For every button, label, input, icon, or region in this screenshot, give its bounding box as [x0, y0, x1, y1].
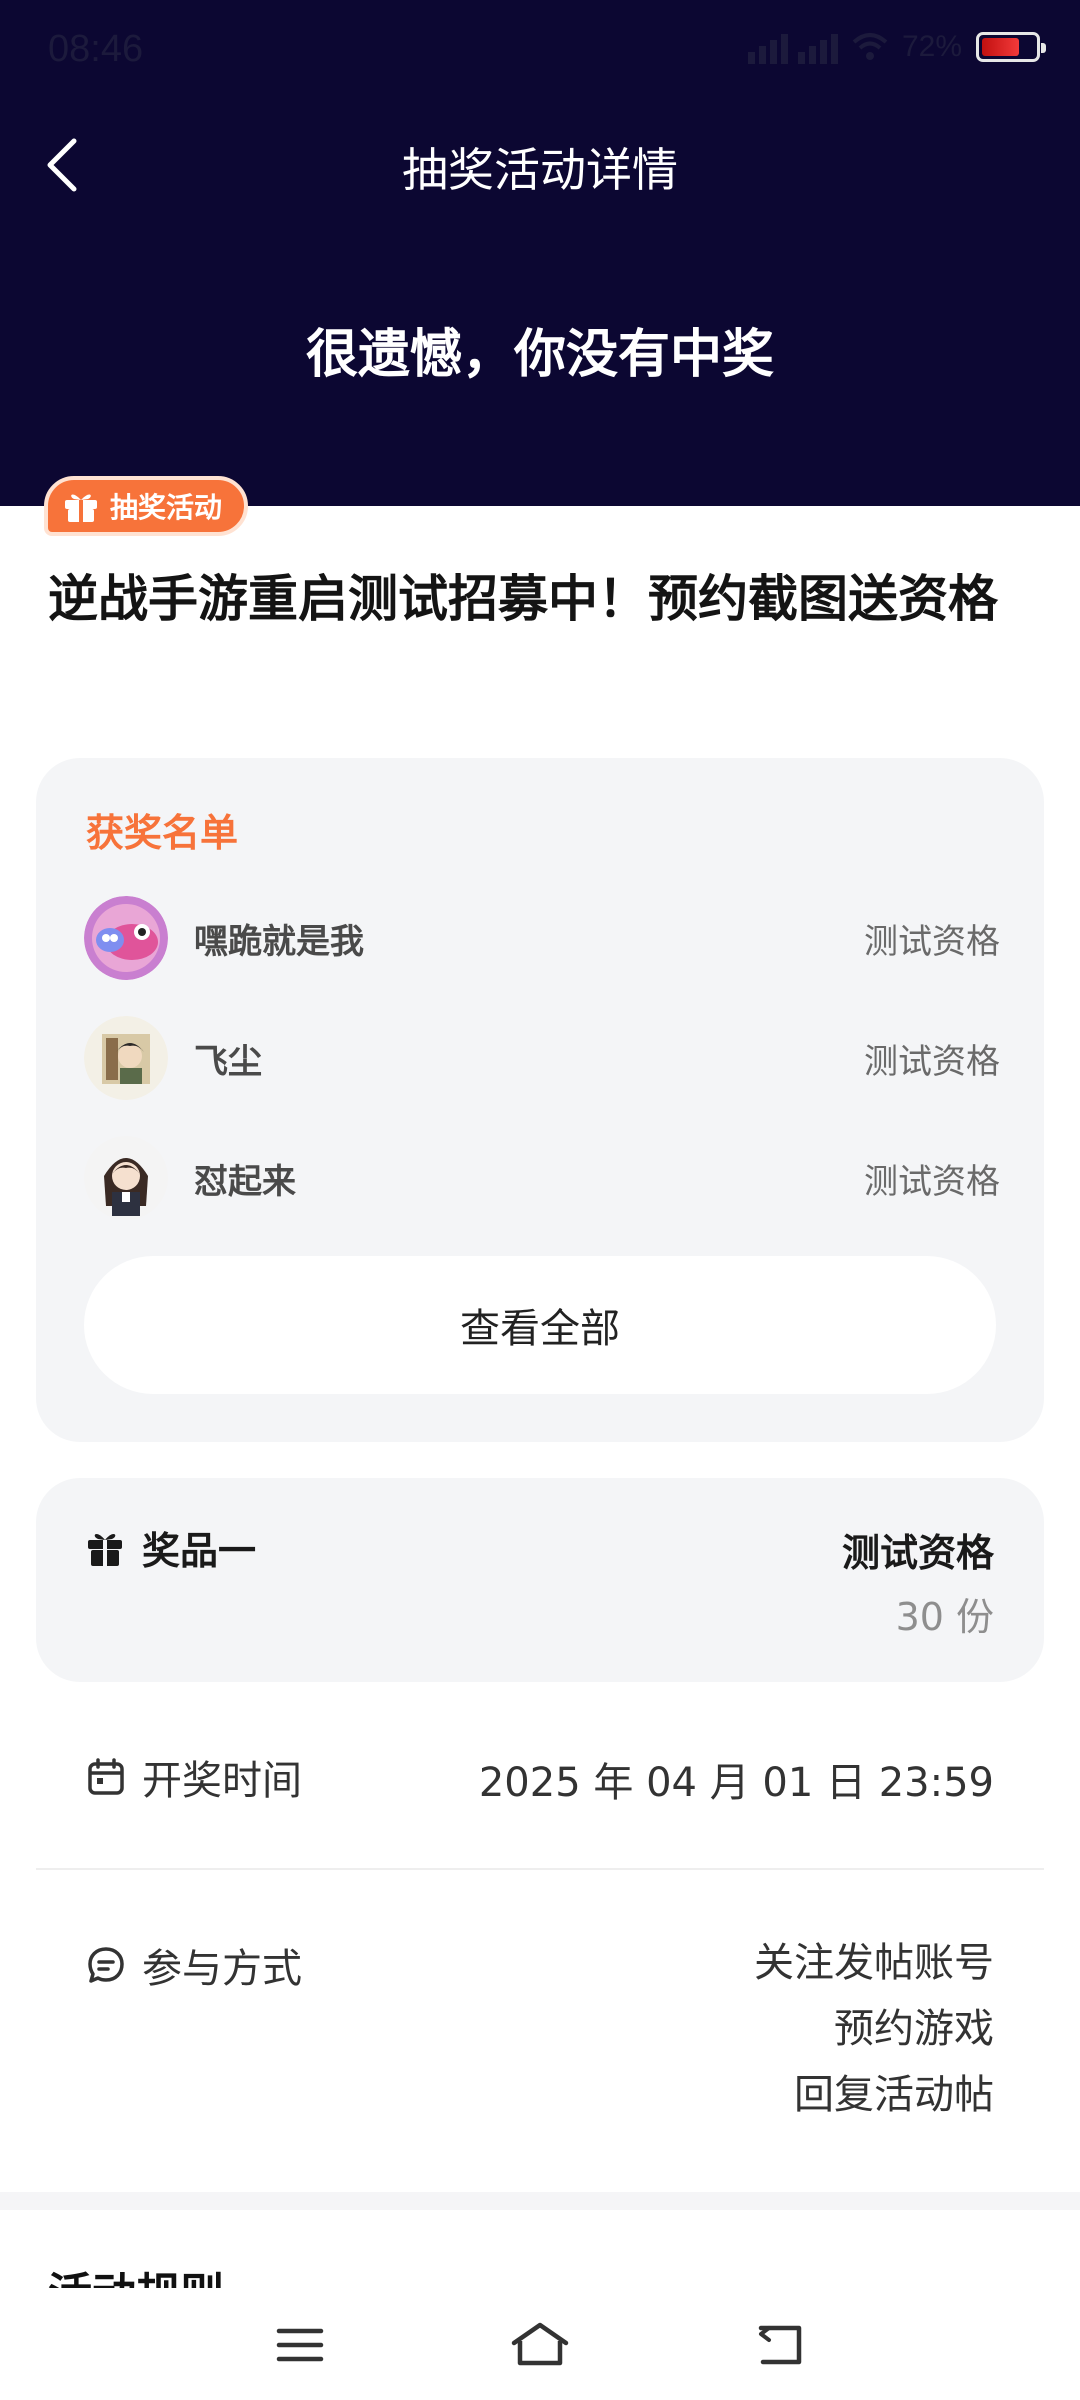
prize-name: 测试资格 — [841, 1531, 994, 1575]
participation-method: 预约游戏 — [834, 2006, 994, 2052]
avatar — [84, 1136, 168, 1220]
lottery-result-text: 很遗憾，你没有中奖 — [305, 325, 774, 385]
winner-prize: 测试资格 — [864, 1161, 1000, 1202]
winner-row[interactable]: 怼起来 测试资格 — [84, 1136, 1000, 1220]
winner-row[interactable]: 嘿跪就是我 测试资格 — [84, 896, 1000, 980]
participation-method: 关注发帖账号 — [754, 1940, 994, 1986]
draw-time-label-group: 开奖时间 — [86, 1748, 302, 1806]
avatar — [84, 896, 168, 980]
header-banner: 08:46 72% 抽奖活动详情 很遗憾，你没有中奖 — [0, 0, 1080, 506]
gift-icon — [88, 1533, 122, 1566]
wifi-icon — [852, 33, 888, 60]
chat-icon — [88, 1947, 124, 1983]
draw-time-label: 开奖时间 — [142, 1758, 302, 1804]
winner-name: 飞尘 — [194, 1041, 262, 1082]
winners-card: 获奖名单 嘿跪就是我 测试资格 飞尘 测试资格 怼起来 测试资格 查看全部 — [36, 758, 1044, 1442]
gift-icon — [65, 494, 97, 522]
participation-methods: 关注发帖账号 预约游戏 回复活动帖 — [754, 1930, 994, 2128]
battery-icon — [976, 32, 1046, 62]
calendar-icon — [88, 1758, 124, 1795]
battery-percent: 72% — [901, 30, 962, 63]
prize-label-group: 奖品一 — [86, 1520, 256, 1575]
page-title: 抽奖活动详情 — [402, 143, 678, 197]
status-bar: 08:46 72% — [0, 0, 1080, 100]
winner-prize: 测试资格 — [864, 1041, 1000, 1082]
draw-time-value: 2025 年 04 月 01 日 23:59 — [478, 1760, 994, 1806]
status-time: 08:46 — [48, 28, 144, 70]
back-nav-button[interactable] — [740, 2310, 820, 2380]
avatar — [84, 1016, 168, 1100]
home-icon — [511, 2322, 569, 2366]
participation-label: 参与方式 — [142, 1946, 302, 1992]
signal-icon — [747, 30, 838, 64]
badge-label: 抽奖活动 — [110, 491, 223, 524]
participation-label-group: 参与方式 — [86, 1936, 302, 1994]
section-separator — [0, 2192, 1080, 2210]
return-icon — [758, 2325, 802, 2365]
system-nav-bar — [0, 2288, 1080, 2400]
menu-icon — [276, 2328, 324, 2362]
prize-label: 奖品一 — [142, 1529, 257, 1573]
participation-method: 回复活动帖 — [794, 2072, 994, 2118]
post-title: 逆战手游重启测试招募中！预约截图送资格 — [48, 570, 998, 628]
winner-name: 怼起来 — [194, 1161, 296, 1202]
winner-prize: 测试资格 — [864, 921, 1000, 962]
winner-row[interactable]: 飞尘 测试资格 — [84, 1016, 1000, 1100]
divider — [36, 1868, 1044, 1870]
prize-count: 30 份 — [895, 1595, 994, 1639]
winners-title: 获奖名单 — [86, 811, 239, 855]
winner-name: 嘿跪就是我 — [194, 921, 364, 962]
prize-card: 奖品一 测试资格 30 份 — [36, 1478, 1044, 1682]
menu-button[interactable] — [260, 2310, 340, 2380]
lottery-activity-badge: 抽奖活动 — [44, 476, 249, 536]
status-icons: 72% — [747, 30, 1046, 64]
view-all-button[interactable]: 查看全部 — [84, 1256, 996, 1394]
home-button[interactable] — [500, 2310, 580, 2380]
